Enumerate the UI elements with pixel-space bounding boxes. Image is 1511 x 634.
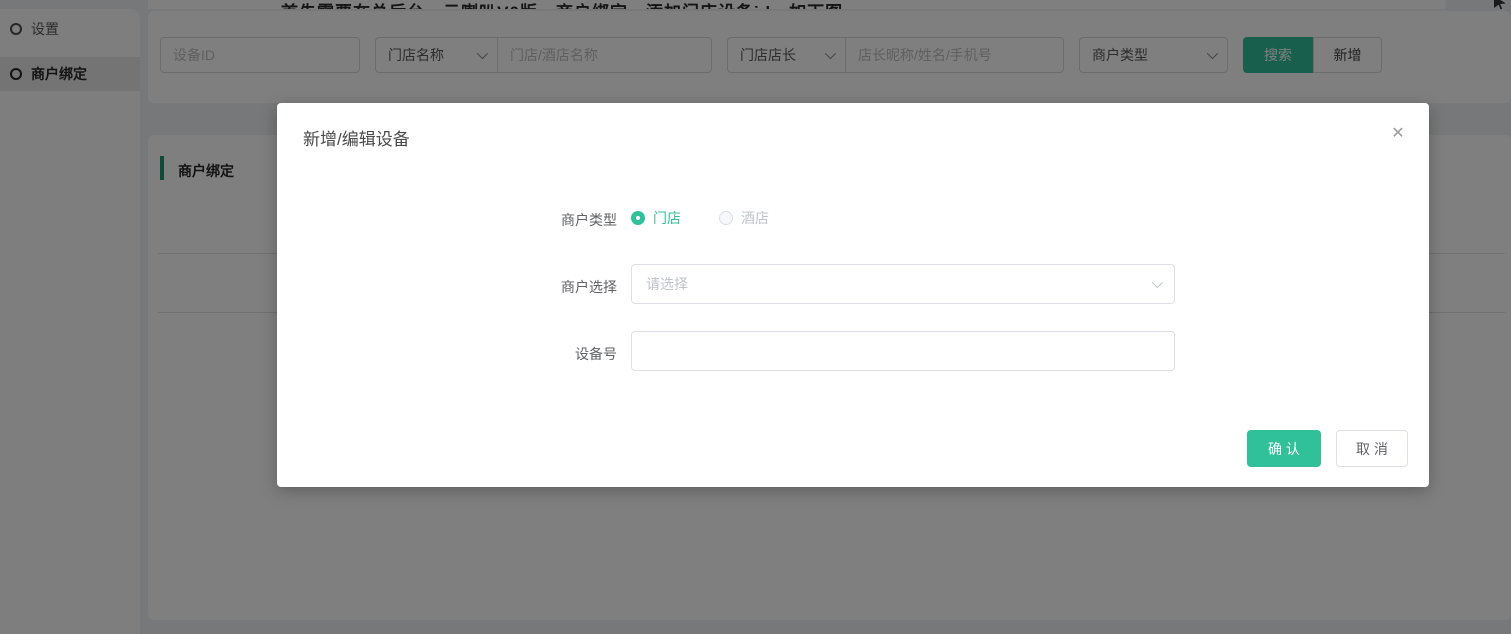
radio-hotel[interactable]: 酒店 [719,208,769,228]
add-edit-device-dialog: 新增/编辑设备 ✕ 商户类型 门店 酒店 商户选择 请选择 设备号 确 认 取 … [277,103,1429,487]
dialog-title: 新增/编辑设备 [303,130,410,149]
merchant-select-placeholder: 请选择 [646,276,688,292]
radio-selected-icon [631,211,645,225]
radio-hotel-label: 酒店 [741,210,769,226]
merchant-select-label: 商户选择 [561,279,617,295]
device-no-input[interactable] [631,331,1175,371]
device-no-label: 设备号 [575,346,617,362]
device-no-field [631,331,1175,371]
radio-unselected-icon [719,211,733,225]
cancel-button[interactable]: 取 消 [1336,430,1408,467]
radio-store[interactable]: 门店 [631,208,681,228]
app-window: 首先需要在总后台 - 云喇叭V0版 - 商户绑定，添加门店设备id，如下图 设置… [0,0,1511,634]
chevron-down-icon [1151,276,1164,289]
radio-store-label: 门店 [653,210,681,226]
confirm-button[interactable]: 确 认 [1247,430,1321,467]
merchant-type-radio-group: 门店 酒店 [631,208,769,228]
merchant-type-label: 商户类型 [561,212,617,228]
merchant-select-dropdown[interactable]: 请选择 [631,264,1175,304]
close-icon[interactable]: ✕ [1387,123,1409,145]
